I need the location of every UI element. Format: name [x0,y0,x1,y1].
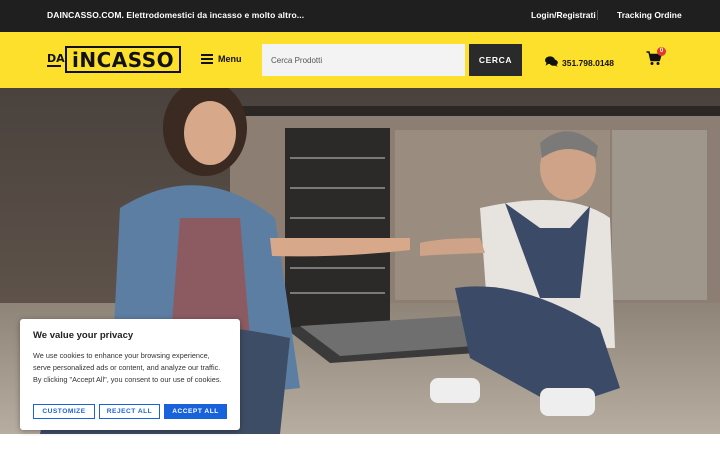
order-tracking-link[interactable]: Tracking Ordine [617,10,682,20]
logo-da-text: DA [47,51,65,67]
menu-label: Menu [218,54,242,64]
phone-number: 351.798.0148 [562,58,614,68]
cart-button[interactable]: 0 [646,47,666,68]
cookie-actions: CUSTOMIZE REJECT ALL ACCEPT ALL [33,404,227,419]
cookie-description: We use cookies to enhance your browsing … [33,351,222,384]
reject-all-button[interactable]: REJECT ALL [99,404,160,419]
menu-button[interactable]: Menu [201,54,242,64]
chat-bubbles-icon [545,54,558,72]
search-button[interactable]: CERCA [469,44,522,76]
cookie-consent-banner: We value your privacy We use cookies to … [20,319,240,430]
phone-contact[interactable]: 351.798.0148 [545,54,614,72]
site-tagline: DAINCASSO.COM. Elettrodomestici da incas… [47,10,305,20]
search-input[interactable] [262,44,465,76]
accept-all-button[interactable]: ACCEPT ALL [164,404,227,419]
hamburger-icon [201,54,213,64]
main-header: DA iNCASSO Menu CERCA 351.798.0148 0 [0,32,720,88]
login-register-link[interactable]: Login/Registrati [531,10,596,20]
cart-count-badge: 0 [657,47,666,56]
logo-incasso-text: iNCASSO [65,46,182,73]
site-logo[interactable]: DA iNCASSO [47,46,182,73]
top-bar: DAINCASSO.COM. Elettrodomestici da incas… [0,0,720,32]
topbar-divider [597,10,598,20]
customize-button[interactable]: CUSTOMIZE [33,404,95,419]
cookie-title: We value your privacy [33,330,134,341]
